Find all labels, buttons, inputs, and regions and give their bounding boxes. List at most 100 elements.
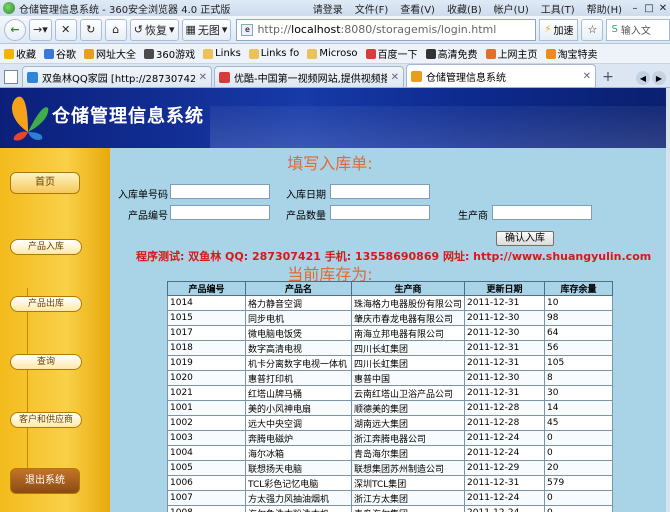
date-input[interactable]	[330, 184, 430, 199]
cell-update-date: 2011-12-30	[464, 310, 546, 326]
menu-login[interactable]: 请登录	[307, 1, 349, 16]
favorites-menu[interactable]: 收藏	[4, 46, 36, 61]
fav-baidu[interactable]: 百度一下	[365, 46, 418, 61]
cell-product-name: 方太强力风抽油烟机	[245, 490, 352, 506]
menu-tools[interactable]: 工具(T)	[535, 1, 581, 16]
cell-stock: 0	[544, 430, 614, 446]
cell-update-date: 2011-12-24	[464, 490, 546, 506]
fav-site-directory[interactable]: 网址大全	[84, 46, 136, 61]
tab-close-icon[interactable]: ✕	[583, 71, 591, 82]
order-no-input[interactable]	[170, 184, 270, 199]
fav-taobao[interactable]: 淘宝特卖	[545, 46, 598, 61]
quantity-input[interactable]	[330, 205, 430, 220]
home-button[interactable]: ⌂	[104, 18, 127, 41]
cell-stock: 64	[544, 325, 614, 341]
address-url[interactable]: http://localhost:8080/storagemis/login.h…	[257, 23, 496, 36]
confirm-stock-in-button[interactable]: 确认入库	[496, 231, 554, 246]
tab-close-icon[interactable]: ✕	[199, 72, 207, 83]
qq-icon	[27, 71, 38, 83]
cell-stock: 20	[544, 460, 614, 476]
cell-maker: 浙江奔腾电器公司	[350, 430, 466, 446]
cell-stock: 579	[544, 475, 614, 491]
favorite-star-button[interactable]: ☆	[581, 18, 604, 41]
tab-storage-system[interactable]: 仓储管理信息系统 ✕	[406, 64, 596, 87]
cell-product-name: 数字高清电视	[245, 340, 352, 356]
fav-links-fo[interactable]: Links fo	[248, 48, 299, 59]
menu-help[interactable]: 帮助(H)	[581, 1, 628, 16]
menu-favorites[interactable]: 收藏(B)	[441, 1, 488, 16]
stock-table: 产品编号 产品名 生产商 更新日期 库存余量 1014 格力静音空调 珠海格力电器股…	[167, 281, 614, 512]
form-heading: 填写入库单:	[287, 154, 373, 173]
back-button[interactable]: ←	[4, 18, 26, 41]
no-image-button[interactable]: ▦ 无图 ▾	[181, 18, 232, 41]
fav-360-games[interactable]: 360游戏	[144, 46, 195, 61]
menu-account[interactable]: 帐户(U)	[488, 1, 535, 16]
navigation-bar: ← →▾ ✕ ↻ ⌂ ↺ 恢复 ▾ ▦ 无图 ▾ e http://localh…	[0, 16, 670, 44]
table-row: 1007 方太强力风抽油烟机 浙江方太集团 2011-12-24 0	[167, 490, 614, 506]
tab-qq-home[interactable]: 双鱼林QQ家园 [http://287307421.q... ✕	[22, 66, 212, 87]
cell-product-name: 联想扬天电脑	[245, 460, 352, 476]
sidebar-item-stock-out[interactable]: 产品出库	[10, 296, 82, 312]
new-tab-button[interactable]: +	[598, 67, 618, 87]
table-row: 1014 格力静音空调 珠海格力电器股份有限公司 2011-12-31 10	[167, 295, 614, 311]
order-no-label: 入库单号码	[118, 190, 168, 201]
restore-button[interactable]: ↺ 恢复 ▾	[129, 18, 179, 41]
table-row: 1008海尔免洗衣粉洗衣机青岛海尔集团2011-12-240	[167, 505, 614, 512]
cell-update-date: 2011-12-31	[464, 295, 546, 311]
tab-youku[interactable]: 优酷-中国第一视频网站,提供视频播... ✕	[214, 66, 404, 87]
search-input[interactable]: S 输入文	[606, 18, 670, 41]
minimize-icon[interactable]: –	[628, 3, 642, 14]
forward-button[interactable]: →▾	[29, 18, 52, 41]
cell-maker: 青岛海尔集团	[350, 445, 466, 461]
cell-stock: 105	[544, 355, 614, 371]
sidebar-item-clients-suppliers[interactable]: 客户和供应商	[10, 412, 82, 428]
video-icon	[425, 48, 436, 59]
cell-product-no: 1004	[167, 445, 246, 461]
cell-stock: 30	[544, 385, 614, 401]
cell-product-name: 奔腾电磁炉	[245, 430, 352, 446]
folder-icon	[203, 48, 214, 59]
window-controls: – □ ✕	[628, 3, 670, 14]
accelerate-button[interactable]: ⚡ 加速	[539, 18, 579, 41]
menu-view[interactable]: 查看(V)	[394, 1, 441, 16]
favorites-bar: 收藏 谷歌 网址大全 360游戏 Links Links fo Microso …	[0, 44, 670, 64]
cell-product-no: 1015	[167, 310, 246, 326]
vertical-scrollbar[interactable]	[666, 88, 670, 512]
sidebar-home-button[interactable]: 首页	[10, 172, 80, 194]
fav-hd-free[interactable]: 高清免费	[425, 46, 478, 61]
cell-update-date: 2011-12-30	[464, 325, 546, 341]
cell-stock: 56	[544, 340, 614, 356]
cell-product-no: 1005	[167, 460, 246, 476]
quantity-label: 产品数量	[286, 211, 326, 222]
fav-google[interactable]: 谷歌	[44, 46, 76, 61]
sidebar-item-stock-in[interactable]: 产品入库	[10, 239, 82, 255]
tab-list-icon[interactable]	[4, 70, 18, 84]
tab-scroll-right-icon[interactable]: ▶	[652, 71, 666, 85]
maximize-icon[interactable]: □	[642, 3, 656, 14]
tab-close-icon[interactable]: ✕	[391, 72, 399, 83]
sidebar: 首页 产品入库 产品出库 查询 客户和供应商 退出系统	[0, 148, 110, 512]
tab-scroll-controls: ◀ ▶	[636, 71, 670, 87]
tab-scroll-left-icon[interactable]: ◀	[636, 71, 650, 85]
fav-homepage[interactable]: 上网主页	[485, 46, 538, 61]
column-header-product-name: 产品名	[245, 281, 352, 296]
menu-file[interactable]: 文件(F)	[349, 1, 395, 16]
fav-links[interactable]: Links	[203, 48, 241, 59]
restore-icon: ↺	[133, 23, 143, 36]
table-row: 1018 数字高清电视 四川长虹集团 2011-12-31 56	[167, 340, 614, 356]
maker-input[interactable]	[492, 205, 592, 220]
cell-product-no: 1001	[167, 400, 246, 416]
back-arrow-icon: ←	[10, 23, 20, 36]
cell-maker: 深圳TCL集团	[350, 475, 466, 491]
close-icon[interactable]: ✕	[656, 3, 670, 14]
cell-maker: 珠海格力电器股份有限公司	[350, 295, 466, 311]
cell-maker: 惠普中国	[350, 370, 466, 386]
fav-microsoft[interactable]: Microso	[307, 48, 358, 59]
product-no-input[interactable]	[170, 205, 270, 220]
stop-button[interactable]: ✕	[54, 18, 77, 41]
refresh-button[interactable]: ↻	[79, 18, 102, 41]
sidebar-logout-button[interactable]: 退出系统	[10, 468, 80, 494]
cell-maker: 四川长虹集团	[350, 340, 466, 356]
sidebar-item-query[interactable]: 查询	[10, 354, 82, 370]
address-bar[interactable]: e http://localhost:8080/storagemis/login…	[236, 18, 537, 41]
